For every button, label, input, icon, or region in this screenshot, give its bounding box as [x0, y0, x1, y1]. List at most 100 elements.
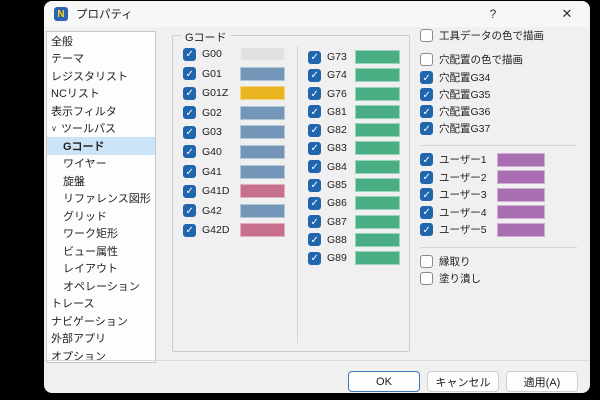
sidebar-item[interactable]: トレース	[47, 295, 155, 313]
color-swatch[interactable]	[240, 184, 285, 199]
ok-button[interactable]: OK	[348, 371, 420, 392]
user-color-label: ユーザー5	[439, 224, 487, 236]
gcode-checkbox[interactable]	[183, 145, 196, 159]
color-swatch[interactable]	[240, 203, 285, 218]
gcode-checkbox[interactable]	[308, 178, 321, 192]
hole-option-checkbox[interactable]	[420, 105, 433, 119]
color-swatch[interactable]	[240, 86, 285, 101]
color-swatch[interactable]	[240, 125, 285, 140]
color-swatch[interactable]	[240, 66, 285, 81]
sidebar-item[interactable]: ナビゲーション	[47, 312, 155, 330]
gcode-checkbox[interactable]	[308, 141, 321, 155]
gcode-checkbox[interactable]	[183, 184, 196, 198]
sidebar-item[interactable]: リファレンス図形	[47, 190, 155, 208]
color-swatch[interactable]	[355, 232, 400, 247]
user-color-checkbox[interactable]	[420, 170, 433, 184]
color-swatch[interactable]	[355, 68, 400, 83]
gcode-row: G83	[308, 141, 400, 156]
help-button[interactable]: ?	[476, 3, 510, 25]
color-swatch[interactable]	[497, 152, 545, 167]
gcode-checkbox[interactable]	[183, 223, 196, 237]
sidebar-item[interactable]: NCリスト	[47, 85, 155, 103]
gcode-checkbox[interactable]	[308, 105, 321, 119]
gcode-label: G42	[202, 204, 222, 217]
cancel-button[interactable]: キャンセル	[427, 371, 499, 392]
user-color-checkbox[interactable]	[420, 153, 433, 167]
sidebar-item[interactable]: 旋盤	[47, 172, 155, 190]
user-color-checkbox[interactable]	[420, 188, 433, 202]
color-swatch[interactable]	[497, 187, 545, 202]
sidebar-item[interactable]: オペレーション	[47, 277, 155, 295]
color-swatch[interactable]	[355, 178, 400, 193]
color-swatch[interactable]	[355, 123, 400, 138]
sidebar-item[interactable]: ビュー属性	[47, 242, 155, 260]
draw-hole-color-checkbox[interactable]	[420, 53, 433, 66]
sidebar-item[interactable]: 表示フィルタ	[47, 102, 155, 120]
hole-option-checkbox[interactable]	[420, 122, 433, 136]
sidebar-item-label: グリッド	[63, 210, 107, 223]
sidebar-item[interactable]: 外部アプリ	[47, 330, 155, 348]
sidebar-item[interactable]: ワイヤー	[47, 155, 155, 173]
gcode-checkbox[interactable]	[308, 68, 321, 82]
sidebar-item[interactable]: テーマ	[47, 50, 155, 68]
sidebar-item[interactable]: レジスタリスト	[47, 67, 155, 85]
gcode-checkbox[interactable]	[183, 47, 196, 61]
sidebar-item[interactable]: 全般	[47, 32, 155, 50]
color-swatch[interactable]	[240, 164, 285, 179]
outline-option-checkbox[interactable]	[420, 254, 433, 268]
gcode-row: G85	[308, 178, 400, 193]
footer-divider	[44, 360, 590, 361]
gcode-checkbox[interactable]	[308, 160, 321, 174]
color-swatch[interactable]	[355, 251, 400, 266]
gcode-checkbox[interactable]	[183, 106, 196, 120]
color-swatch[interactable]	[355, 50, 400, 64]
gcode-checkbox[interactable]	[308, 215, 321, 229]
draw-tool-color-checkbox[interactable]	[420, 29, 433, 42]
gcode-checkbox[interactable]	[308, 87, 321, 101]
color-swatch[interactable]	[355, 196, 400, 211]
close-icon[interactable]: ✕	[550, 3, 584, 25]
color-swatch[interactable]	[355, 214, 400, 229]
apply-button[interactable]: 適用(A)	[506, 371, 578, 392]
title-bar[interactable]: N プロパティ ? ✕	[44, 1, 590, 27]
gcode-checkbox[interactable]	[308, 251, 321, 265]
color-swatch[interactable]	[355, 104, 400, 119]
sidebar-item[interactable]: ∨ ツールパス	[47, 120, 155, 138]
gcode-checkbox[interactable]	[183, 86, 196, 100]
hole-option-checkbox[interactable]	[420, 71, 433, 85]
gcode-checkbox[interactable]	[183, 125, 196, 139]
hole-option-checkbox[interactable]	[420, 88, 433, 102]
gcode-checkbox[interactable]	[183, 204, 196, 218]
gcode-checkbox[interactable]	[308, 123, 321, 137]
color-swatch[interactable]	[497, 222, 545, 237]
chevron-down-icon[interactable]: ∨	[51, 124, 61, 133]
user-color-checkbox[interactable]	[420, 205, 433, 219]
gcode-row: G82	[308, 123, 400, 138]
sidebar-item[interactable]: グリッド	[47, 207, 155, 225]
gcode-checkbox[interactable]	[308, 196, 321, 210]
fill-option-checkbox[interactable]	[420, 272, 433, 285]
color-swatch[interactable]	[497, 170, 545, 184]
gcode-checkbox[interactable]	[183, 67, 196, 81]
gcode-label: G86	[327, 197, 347, 210]
color-swatch[interactable]	[355, 141, 400, 156]
gcode-row: G73	[308, 50, 400, 64]
gcode-row: G86	[308, 196, 400, 211]
color-swatch[interactable]	[240, 105, 285, 120]
color-swatch[interactable]	[355, 159, 400, 174]
color-swatch[interactable]	[240, 144, 285, 159]
color-swatch[interactable]	[355, 86, 400, 101]
gcode-column-1: G00 G01 G01Z G02 G03 G40 G41 G41D G42 G42D	[183, 47, 285, 243]
color-swatch[interactable]	[240, 223, 285, 238]
gcode-checkbox[interactable]	[308, 233, 321, 247]
sidebar-item-label: 外部アプリ	[51, 333, 106, 346]
gcode-checkbox[interactable]	[183, 165, 196, 179]
gcode-checkbox[interactable]	[308, 50, 321, 64]
color-swatch[interactable]	[240, 47, 285, 61]
sidebar-item[interactable]: ワーク矩形	[47, 225, 155, 243]
sidebar-item[interactable]: Gコード	[47, 137, 155, 155]
color-swatch[interactable]	[497, 205, 545, 219]
sidebar-item[interactable]: レイアウト	[47, 260, 155, 278]
gcode-label: G87	[327, 215, 347, 228]
user-color-checkbox[interactable]	[420, 223, 433, 237]
